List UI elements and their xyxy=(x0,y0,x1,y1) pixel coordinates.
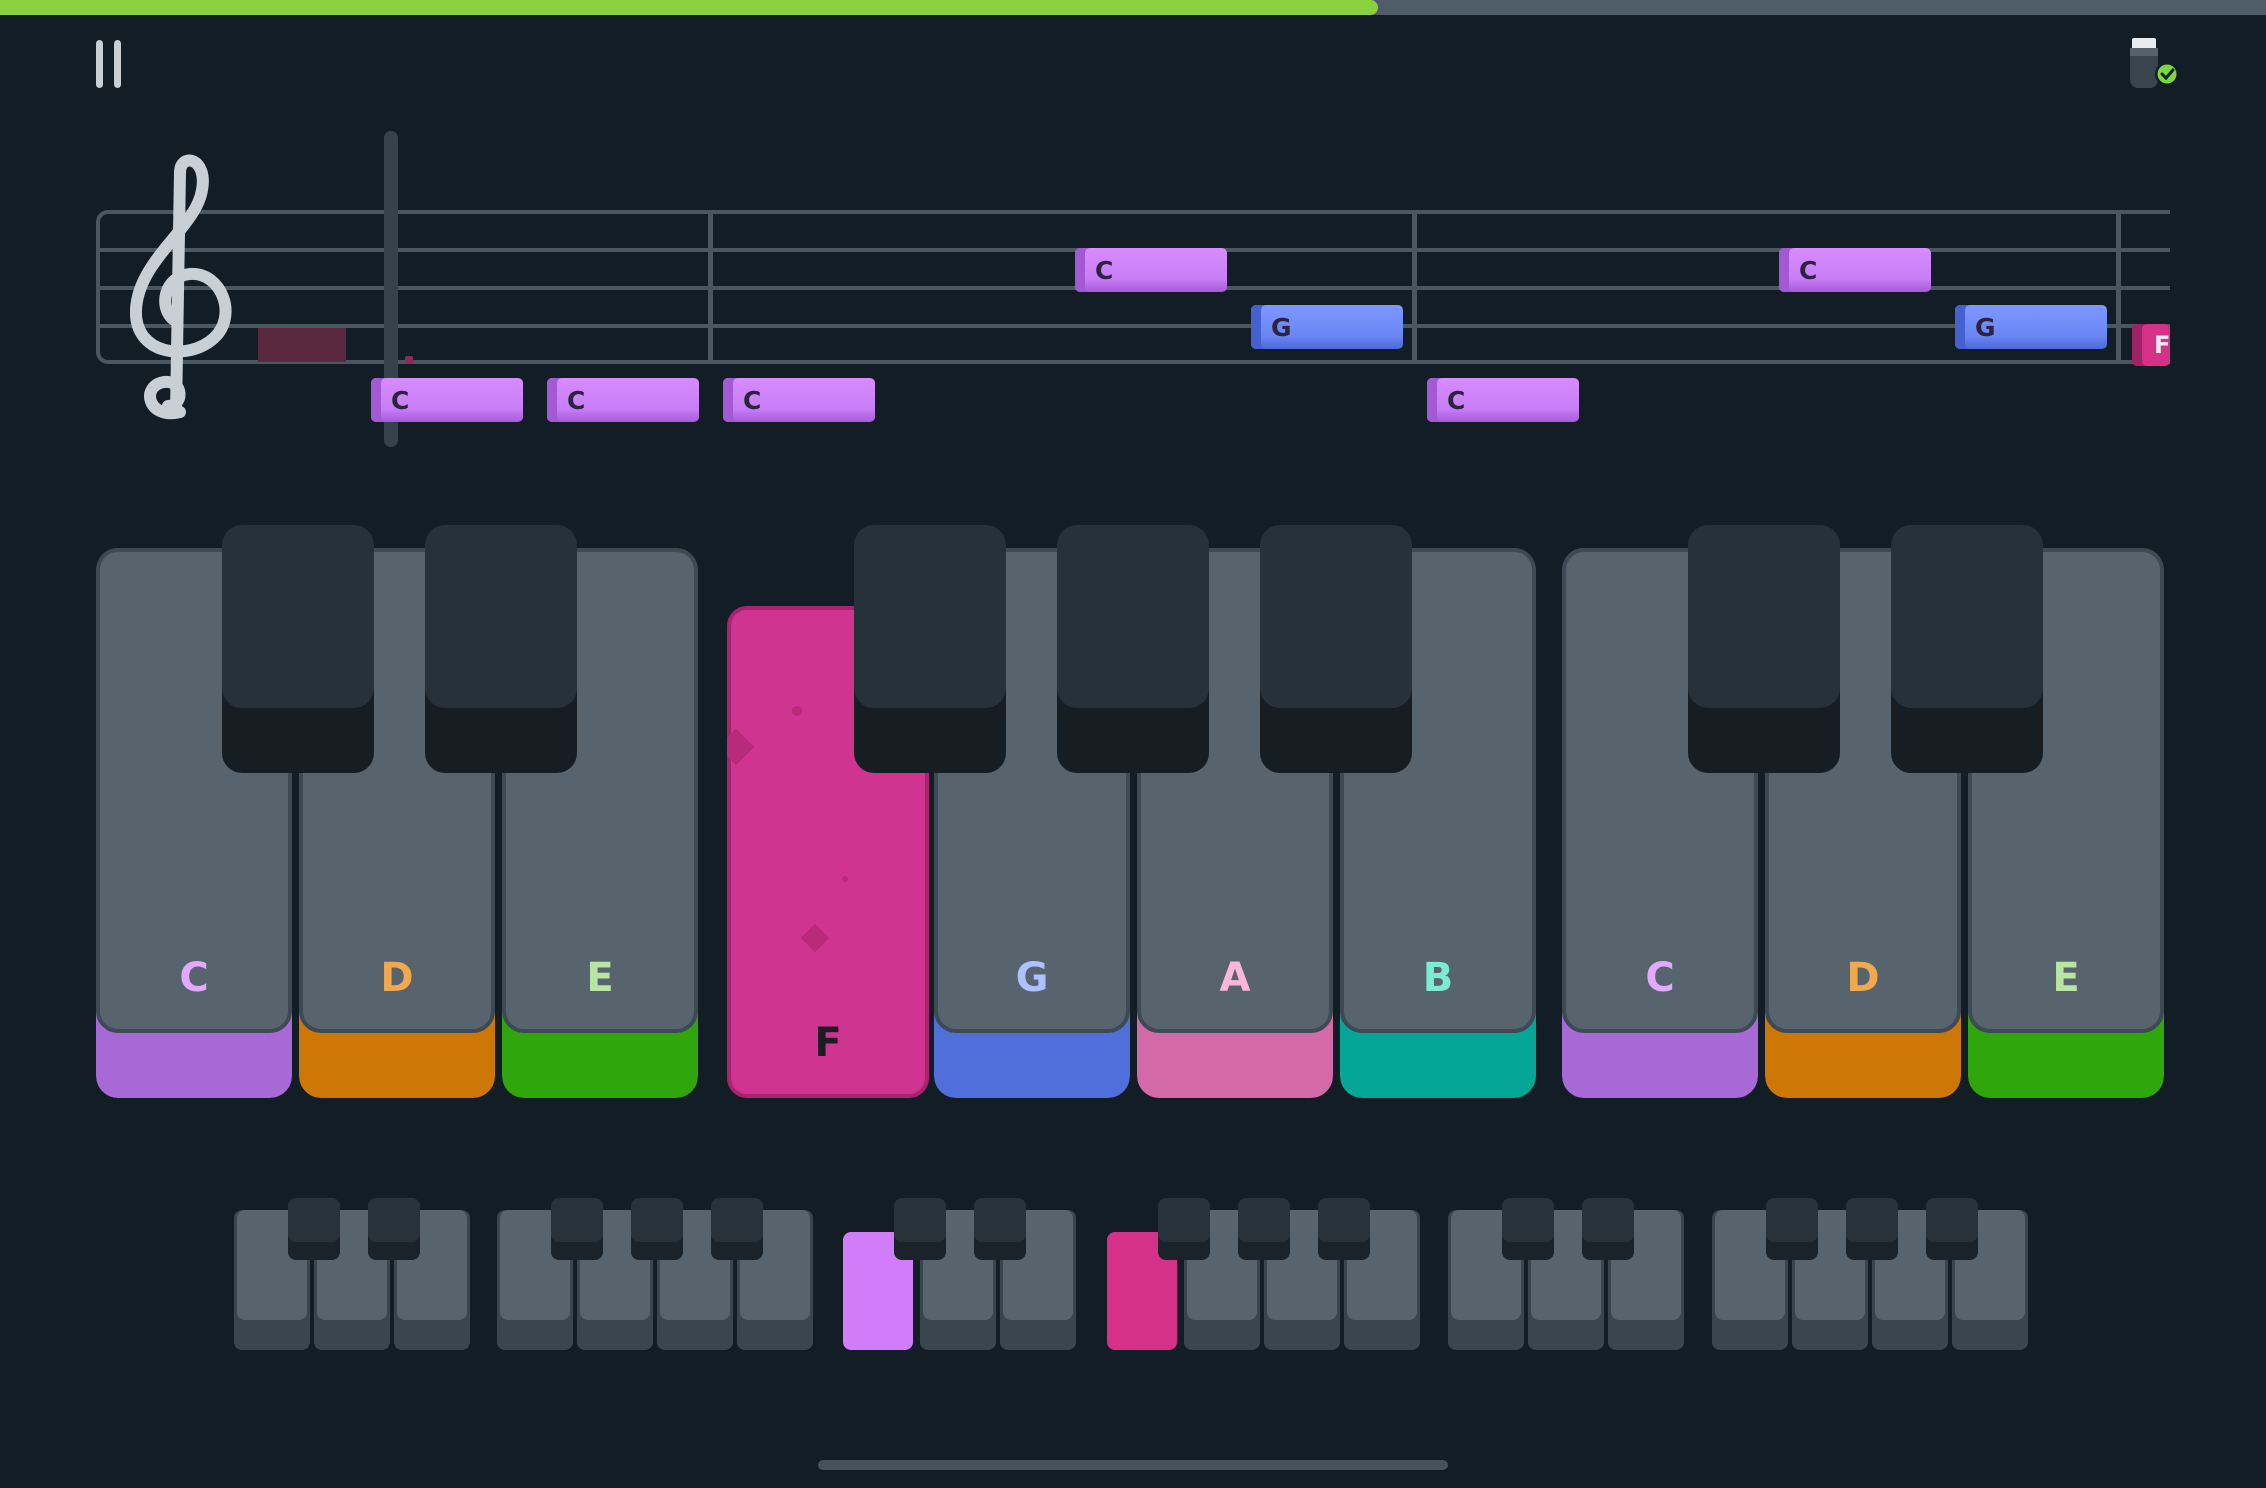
key-label: D xyxy=(380,955,414,1001)
mini-black-key xyxy=(1582,1198,1634,1260)
key-label: E xyxy=(2052,955,2080,1001)
staff-barline xyxy=(708,210,713,364)
midi-device-button[interactable] xyxy=(2126,34,2184,94)
played-note-marker xyxy=(405,356,413,364)
staff-note-label: C xyxy=(567,385,586,415)
pause-icon xyxy=(96,40,103,88)
piano-key-g-sharp[interactable] xyxy=(1057,525,1209,773)
staff-note-label: G xyxy=(1975,312,1996,342)
mini-black-key xyxy=(1158,1198,1210,1260)
mini-black-key xyxy=(288,1198,340,1260)
mini-black-key xyxy=(1926,1198,1978,1260)
staff-line xyxy=(96,324,2170,328)
lesson-progress-fill xyxy=(0,0,1378,15)
staff-note: C xyxy=(1075,248,1227,292)
key-label: B xyxy=(1422,955,1454,1001)
piano-key-a-sharp[interactable] xyxy=(1260,525,1412,773)
piano-key-c-sharp-high[interactable] xyxy=(1688,525,1840,773)
mini-black-key xyxy=(631,1198,683,1260)
key-label: D xyxy=(1846,955,1880,1001)
piano-key-d-sharp[interactable] xyxy=(425,525,577,773)
key-label: C xyxy=(179,955,209,1001)
staff-note: G xyxy=(1955,305,2107,349)
staff-note: C xyxy=(1779,248,1931,292)
mini-black-key xyxy=(1502,1198,1554,1260)
mini-black-key xyxy=(1766,1198,1818,1260)
mini-black-key xyxy=(894,1198,946,1260)
key-label: A xyxy=(1219,955,1251,1001)
staff-note-label: G xyxy=(1271,312,1292,342)
staff-barline xyxy=(2116,210,2121,364)
piano-key-f-sharp[interactable] xyxy=(854,525,1006,773)
key-label: E xyxy=(586,955,614,1001)
played-note-marker xyxy=(258,328,346,362)
staff-note: C xyxy=(547,378,699,422)
staff-note-label: C xyxy=(1799,255,1818,285)
pause-icon xyxy=(114,40,121,88)
mini-black-key xyxy=(974,1198,1026,1260)
mini-black-key xyxy=(551,1198,603,1260)
mini-black-key xyxy=(711,1198,763,1260)
staff-note-label: C xyxy=(1447,385,1466,415)
home-indicator xyxy=(818,1460,1448,1470)
staff-note-label: C xyxy=(391,385,410,415)
key-label: F xyxy=(814,1020,842,1066)
treble-clef-icon xyxy=(129,154,232,420)
mini-black-key xyxy=(1238,1198,1290,1260)
staff-note-label: C xyxy=(1095,255,1114,285)
staff-note-label: F xyxy=(2154,331,2171,359)
staff-note: C xyxy=(1427,378,1579,422)
mini-black-key xyxy=(368,1198,420,1260)
midi-device-connected-icon xyxy=(2130,38,2179,88)
staff-note: G xyxy=(1251,305,1403,349)
piano-key-d-sharp-high[interactable] xyxy=(1891,525,2043,773)
staff-note: C xyxy=(723,378,875,422)
piano-key-c-sharp[interactable] xyxy=(222,525,374,773)
mini-black-key xyxy=(1846,1198,1898,1260)
staff-note: F xyxy=(2132,324,2170,366)
key-label: G xyxy=(1015,955,1049,1001)
mini-black-key xyxy=(1318,1198,1370,1260)
pause-button[interactable] xyxy=(90,36,130,92)
staff-barline xyxy=(1412,210,1417,364)
staff-note: C xyxy=(371,378,523,422)
staff-note-label: C xyxy=(743,385,762,415)
key-label: C xyxy=(1645,955,1675,1001)
